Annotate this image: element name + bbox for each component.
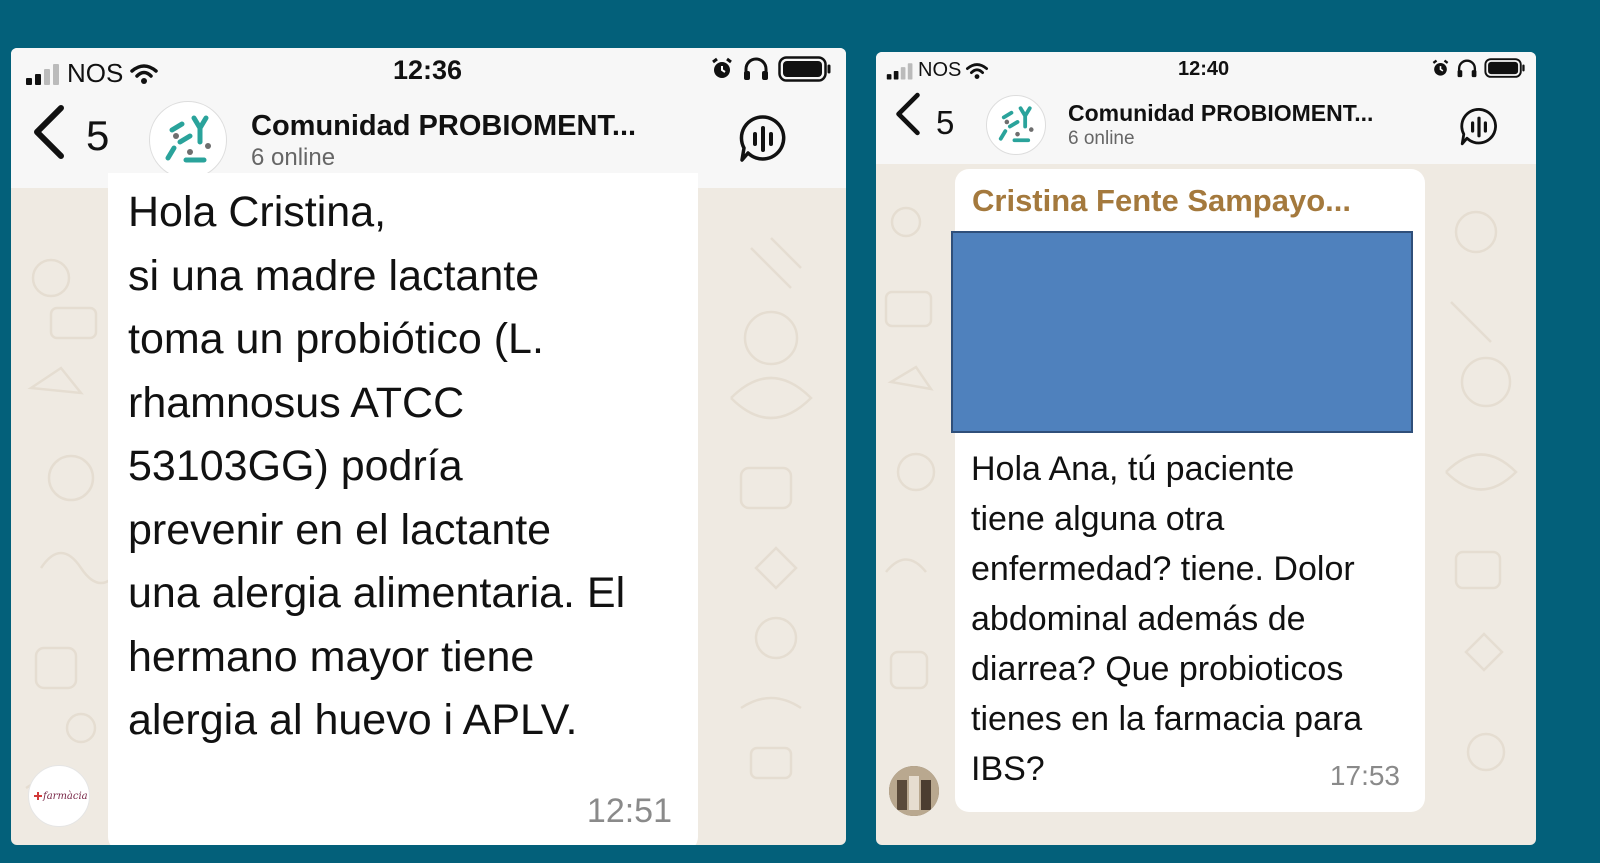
wifi-icon xyxy=(130,63,159,84)
carrier-name: NOS xyxy=(918,59,962,81)
battery-icon xyxy=(1484,58,1525,78)
chat-screenshot-right: NOS 12:40 5 Comunidad PROBIOMENT... 6 on… xyxy=(876,52,1536,845)
back-chevron-icon[interactable] xyxy=(29,104,69,172)
battery-icon xyxy=(778,56,831,82)
message-line: rhamnosus ATCC xyxy=(128,378,465,427)
message-line: Hola Cristina, xyxy=(128,188,387,236)
sender-avatar-photo[interactable] xyxy=(889,766,939,816)
status-bar: NOS 12:36 xyxy=(11,48,846,92)
clock: 12:36 xyxy=(393,55,463,85)
redacted-content-box xyxy=(951,231,1413,433)
message-line: tiene alguna otra xyxy=(971,500,1225,538)
signal-bars-icon xyxy=(886,62,913,80)
status-right xyxy=(710,56,832,82)
group-avatar-icon[interactable] xyxy=(986,95,1046,155)
group-name[interactable]: Comunidad PROBIOMENT... xyxy=(251,110,636,143)
wifi-icon xyxy=(966,62,989,79)
signal-bars-icon xyxy=(26,63,59,85)
message-bubble[interactable]: Cristina Fente Sampayo... Hola Ana, tú p… xyxy=(951,169,1425,812)
status-left: NOS xyxy=(25,58,159,89)
group-name[interactable]: Comunidad PROBIOMENT... xyxy=(1068,100,1373,127)
members-online: 6 online xyxy=(251,144,336,171)
message-line: prevenir en el lactante xyxy=(128,505,552,554)
sender-name[interactable]: Cristina Fente Sampayo... xyxy=(972,183,1351,219)
voice-chat-icon[interactable] xyxy=(738,114,788,169)
headphones-icon xyxy=(744,57,768,80)
status-bar: NOS 12:40 xyxy=(876,52,1536,88)
status-left: NOS xyxy=(886,59,989,82)
message-line: una alergia alimentaria. El xyxy=(128,569,626,617)
message-timestamp: 12:51 xyxy=(586,792,672,830)
message-line: 53103GG) podría xyxy=(128,442,463,490)
message-line: diarrea? Que probioticos xyxy=(971,650,1344,688)
message-text: Hola Ana, tú paciente tiene alguna otra … xyxy=(971,444,1421,794)
unread-count[interactable]: 5 xyxy=(86,112,109,160)
farmacia-logo-text: farmàcia xyxy=(42,791,88,802)
alarm-icon xyxy=(712,57,732,78)
headphones-icon xyxy=(1457,59,1477,77)
message-line: Hola Ana, tú paciente xyxy=(971,450,1295,488)
message-line: tienes en la farmacia para xyxy=(971,700,1363,738)
chat-screenshot-left: NOS 12:36 5 Comunidad PROBIOMENT... 6 on… xyxy=(11,48,846,845)
clock: 12:40 xyxy=(1178,58,1230,80)
message-line: hermano mayor tiene xyxy=(128,632,535,681)
message-line: si una madre lactante xyxy=(128,251,540,300)
back-chevron-icon[interactable] xyxy=(892,92,924,146)
carrier-name: NOS xyxy=(67,58,124,88)
message-line: toma un probiótico (L. xyxy=(128,315,544,363)
status-right xyxy=(1431,58,1526,78)
members-online: 6 online xyxy=(1068,128,1135,149)
message-line: alergia al huevo i APLV. xyxy=(128,696,578,744)
message-line: abdominal además de xyxy=(971,600,1306,638)
alarm-icon xyxy=(1432,59,1449,76)
group-avatar-icon[interactable] xyxy=(149,101,227,179)
message-timestamp: 17:53 xyxy=(1329,760,1400,791)
sender-avatar-farmacia[interactable]: farmàcia xyxy=(28,765,90,827)
message-bubble[interactable]: Hola Cristina, si una madre lactante tom… xyxy=(108,173,698,845)
voice-chat-icon[interactable] xyxy=(1459,107,1499,152)
message-text: Hola Cristina, si una madre lactante tom… xyxy=(128,181,688,753)
unread-count[interactable]: 5 xyxy=(936,104,954,142)
message-line: enfermedad? tiene. Dolor xyxy=(971,550,1355,588)
